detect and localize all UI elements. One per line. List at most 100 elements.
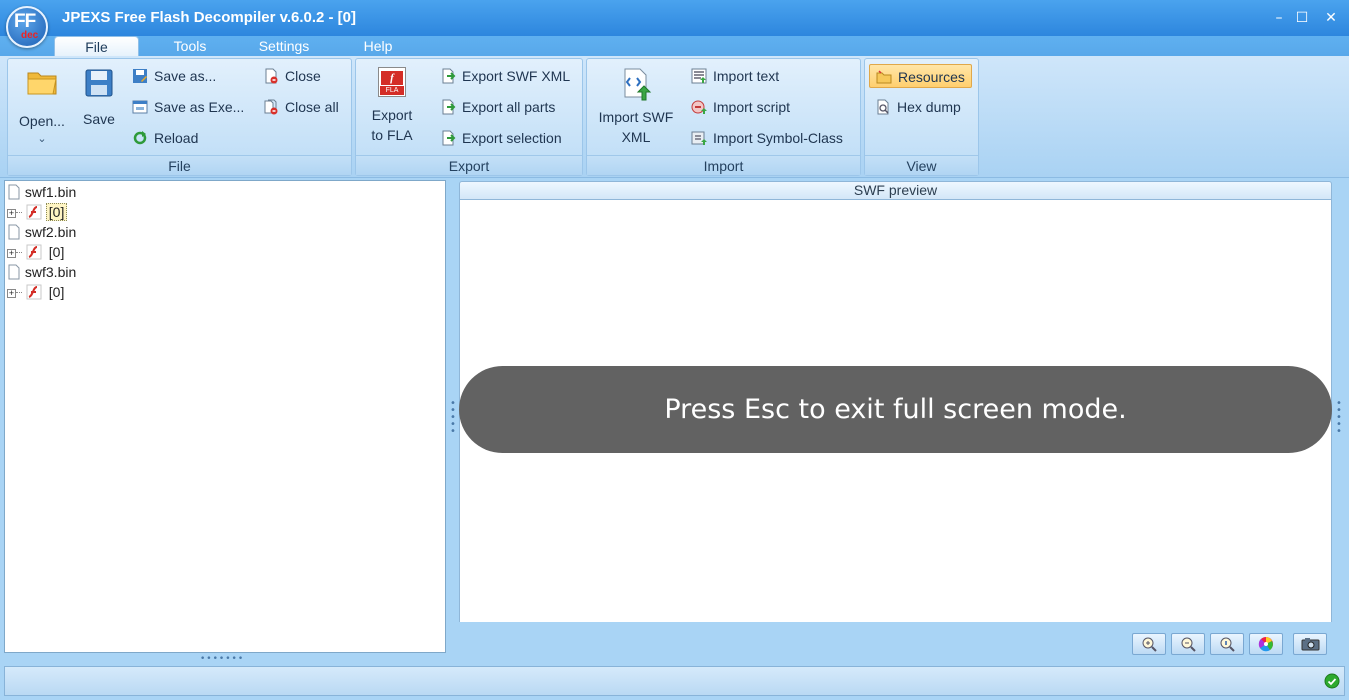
import-group-label: Import xyxy=(587,155,860,175)
file-icon xyxy=(8,184,20,200)
import-symbol-class-button[interactable]: Import Symbol-Class xyxy=(691,126,843,150)
splitter-handle-right[interactable]: • • • • • xyxy=(1336,399,1342,437)
file-group-label: File xyxy=(8,155,351,175)
save-as-exe-button[interactable]: Save as Exe... xyxy=(132,95,244,119)
resources-folder-icon xyxy=(876,70,892,84)
preview-header: SWF preview xyxy=(459,181,1332,200)
close-icon[interactable]: ✕ xyxy=(1322,9,1340,27)
tree-item-swf1-child[interactable]: + [0] xyxy=(7,202,68,222)
export-fla-button[interactable]: f FLA Export to FLA xyxy=(360,65,424,151)
import-swf-xml-label-1: Import SWF xyxy=(598,109,674,125)
import-swf-xml-label-2: XML xyxy=(621,129,651,145)
reload-button[interactable]: Reload xyxy=(132,126,198,150)
zoom-fit-icon xyxy=(1220,637,1235,652)
fla-badge: FLA xyxy=(380,86,404,95)
resources-label: Resources xyxy=(898,69,965,85)
import-swf-xml-button[interactable]: Import SWF XML xyxy=(591,65,681,151)
close-all-label: Close all xyxy=(285,99,339,115)
expand-icon[interactable]: + xyxy=(7,289,16,298)
tree-item-swf2-child[interactable]: + [0] xyxy=(7,242,67,262)
hex-dump-label: Hex dump xyxy=(897,99,961,115)
tree-item-label: [0] xyxy=(45,203,68,221)
zoom-out-icon xyxy=(1181,637,1196,652)
tab-settings[interactable]: Settings xyxy=(240,36,328,56)
export-swf-xml-button[interactable]: Export SWF XML xyxy=(440,64,570,88)
export-selection-icon xyxy=(442,130,456,146)
close-all-button[interactable]: Close all xyxy=(263,95,339,119)
save-as-button[interactable]: Save as... xyxy=(132,64,216,88)
export-fla-label-2: to FLA xyxy=(371,127,413,143)
export-selection-button[interactable]: Export selection xyxy=(440,126,562,150)
tree-item-label: swf2.bin xyxy=(24,224,77,240)
close-button[interactable]: Close xyxy=(263,64,321,88)
zoom-reset-button[interactable] xyxy=(1210,633,1244,655)
file-group: Open... ⌄ Save Save as... Save as Exe...… xyxy=(7,58,352,176)
import-symbol-class-icon xyxy=(691,131,707,145)
reload-label: Reload xyxy=(154,130,199,146)
flash-icon xyxy=(26,284,42,300)
save-as-icon xyxy=(133,69,147,83)
camera-icon xyxy=(1301,638,1320,651)
expand-icon[interactable]: + xyxy=(7,249,16,258)
maximize-icon[interactable]: ☐ xyxy=(1293,9,1311,27)
splitter-handle-left[interactable]: • • • • • xyxy=(450,399,456,437)
view-group-label: View xyxy=(865,155,978,175)
import-symbol-class-label: Import Symbol-Class xyxy=(713,130,843,146)
open-label: Open... xyxy=(19,113,65,129)
folder-open-icon xyxy=(27,72,57,95)
tab-tools[interactable]: Tools xyxy=(150,36,230,56)
hex-dump-button[interactable]: Hex dump xyxy=(875,95,961,119)
close-all-icon xyxy=(264,99,278,115)
save-label: Save xyxy=(83,111,115,127)
close-label: Close xyxy=(285,68,321,84)
tree-item-label: [0] xyxy=(48,244,65,260)
save-exe-icon xyxy=(132,100,148,114)
tab-help[interactable]: Help xyxy=(340,36,416,56)
export-selection-label: Export selection xyxy=(462,130,562,146)
import-script-button[interactable]: Import script xyxy=(691,95,790,119)
resources-button[interactable]: Resources xyxy=(869,64,972,88)
zoom-out-button[interactable] xyxy=(1171,633,1205,655)
close-file-icon xyxy=(265,68,278,84)
open-button[interactable]: Open... ⌄ xyxy=(12,63,72,149)
fullscreen-message: Press Esc to exit full screen mode. xyxy=(459,366,1332,453)
status-ok-icon xyxy=(1324,673,1340,689)
snapshot-button[interactable] xyxy=(1293,633,1327,655)
status-bar xyxy=(4,666,1345,696)
tree-item-swf1[interactable]: swf1.bin xyxy=(7,182,76,202)
export-all-icon xyxy=(442,99,456,115)
expand-icon[interactable]: + xyxy=(7,209,16,218)
save-as-exe-label: Save as Exe... xyxy=(154,99,245,115)
tree-item-swf3[interactable]: swf3.bin xyxy=(7,262,76,282)
tree-item-swf3-child[interactable]: + [0] xyxy=(7,282,67,302)
color-wheel-icon xyxy=(1258,637,1273,652)
splitter-handle-bottom[interactable]: ••••••• xyxy=(200,655,250,664)
zoom-in-button[interactable] xyxy=(1132,633,1166,655)
export-group: f FLA Export to FLA Export SWF XML Expor… xyxy=(355,58,583,176)
view-group: Resources Hex dump View xyxy=(864,58,979,176)
floppy-disk-icon xyxy=(85,69,113,97)
fla-file-icon: f FLA xyxy=(378,67,406,97)
export-all-parts-button[interactable]: Export all parts xyxy=(440,95,555,119)
export-swf-xml-label: Export SWF XML xyxy=(462,68,571,84)
app-logo[interactable]: FF dec xyxy=(6,6,48,48)
file-tree[interactable]: swf1.bin + [0] swf2.bin + [0] swf3.bin +… xyxy=(4,180,446,653)
tree-item-label: swf3.bin xyxy=(24,264,77,280)
file-icon xyxy=(8,224,20,240)
save-as-label: Save as... xyxy=(154,68,217,84)
export-group-label: Export xyxy=(356,155,582,175)
tab-file[interactable]: File xyxy=(54,36,139,56)
import-group: Import SWF XML Import text Import script… xyxy=(586,58,861,176)
chevron-down-icon[interactable]: ⌄ xyxy=(12,133,72,145)
background-color-button[interactable] xyxy=(1249,633,1283,655)
export-fla-label-1: Export xyxy=(371,107,413,123)
minimize-icon[interactable]: – xyxy=(1270,9,1288,27)
reload-icon xyxy=(133,131,147,145)
ribbon: Open... ⌄ Save Save as... Save as Exe...… xyxy=(0,56,1349,178)
import-text-button[interactable]: Import text xyxy=(691,64,779,88)
tree-item-swf2[interactable]: swf2.bin xyxy=(7,222,76,242)
hex-dump-icon xyxy=(877,99,889,115)
tree-item-label: swf1.bin xyxy=(24,184,77,200)
save-button[interactable]: Save xyxy=(74,63,124,133)
flash-icon xyxy=(26,204,42,220)
